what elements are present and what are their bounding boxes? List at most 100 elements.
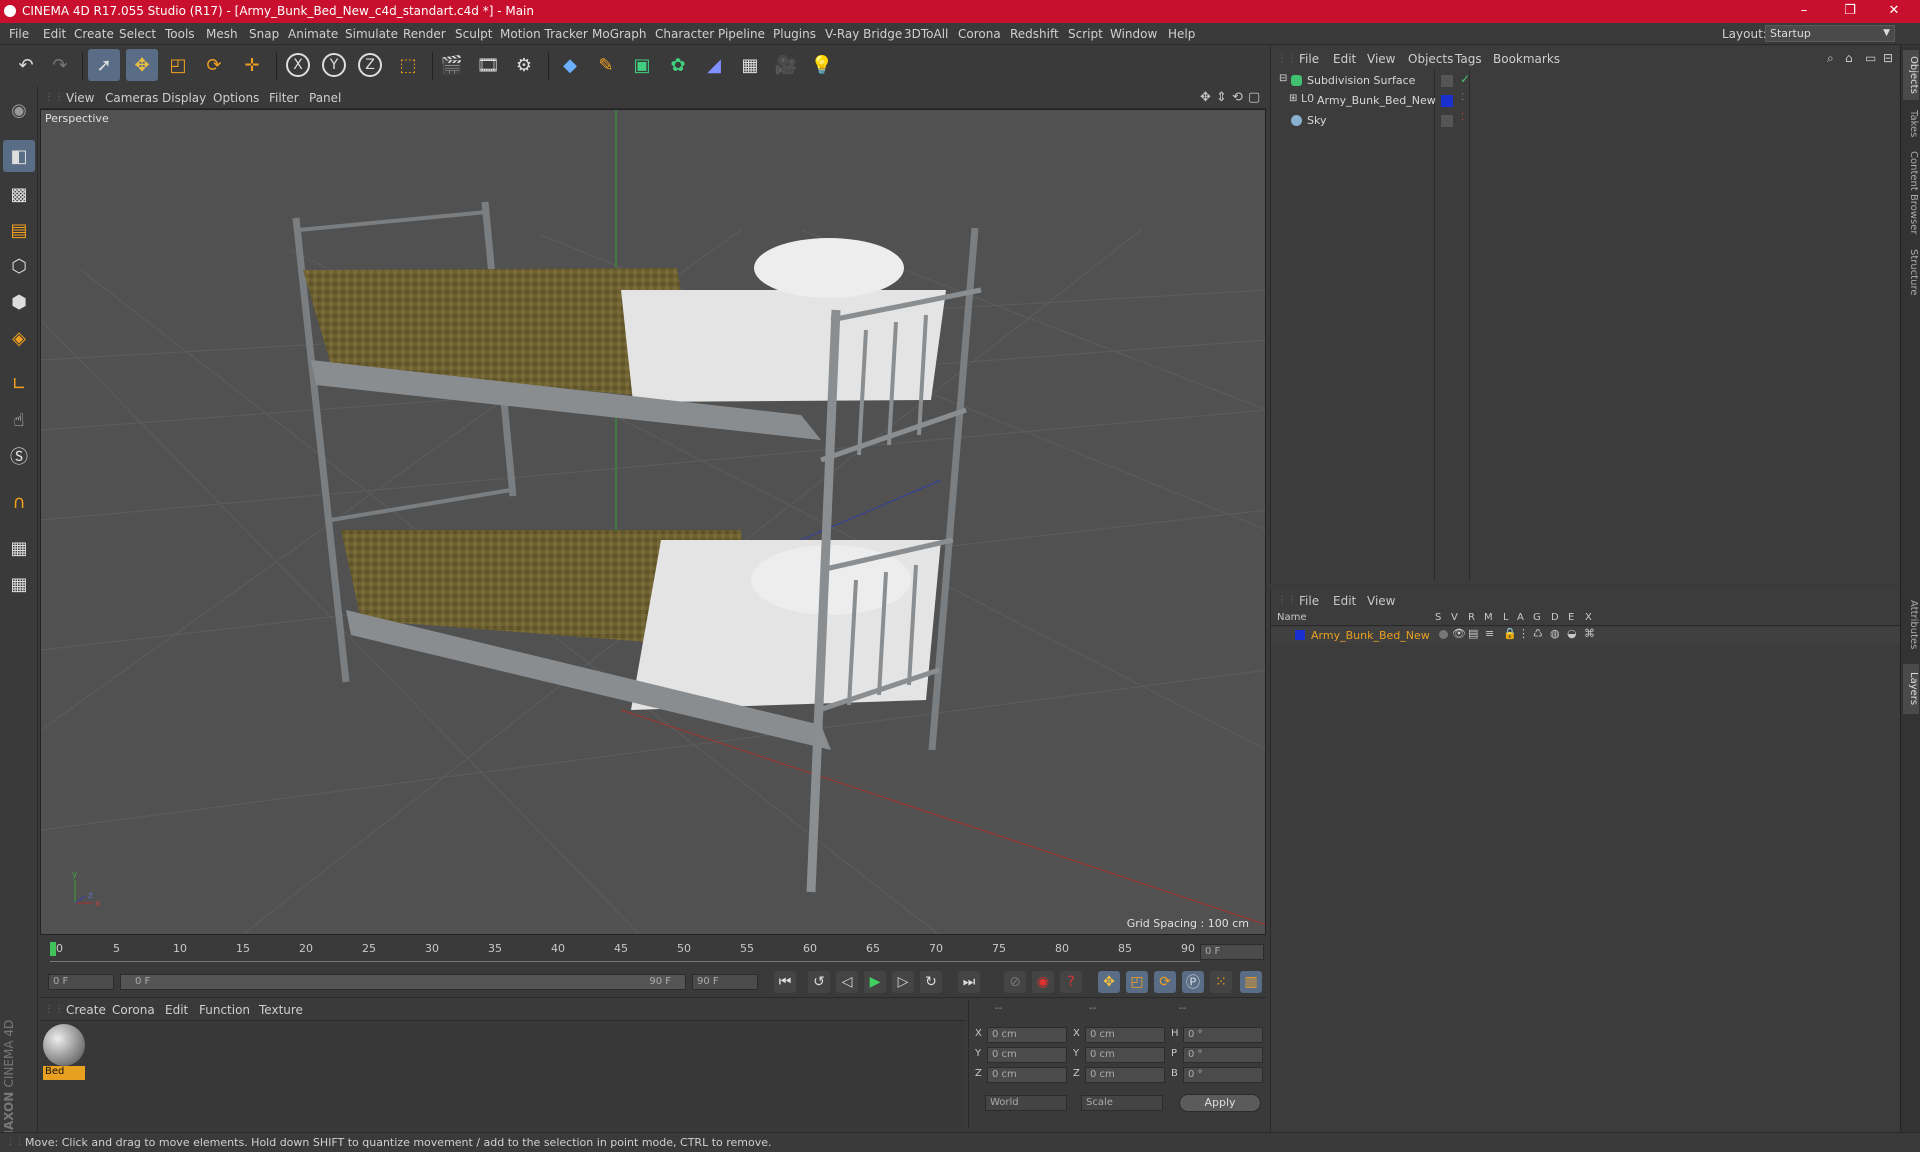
new-window-icon[interactable]: ▭ (1865, 51, 1876, 65)
material-area[interactable]: Bed (40, 1021, 964, 1129)
menu-3dtoall[interactable]: 3DToAll (904, 27, 948, 41)
make-editable-icon[interactable]: ◉ (3, 94, 35, 126)
redo-icon[interactable]: ↷ (44, 49, 76, 81)
record-keys-icon[interactable]: ⊘ (1004, 971, 1026, 993)
obj-menu-edit[interactable]: Edit (1333, 52, 1356, 66)
manager-layer-icon[interactable]: ≡ (1485, 627, 1494, 640)
dot-icon[interactable]: ⁚ (1461, 112, 1464, 123)
viewport-menu-view[interactable]: View (66, 91, 94, 105)
layout-dropdown[interactable]: Startup ▼ (1765, 25, 1895, 42)
coord-mode-dropdown[interactable]: Scale (1081, 1095, 1163, 1111)
menu-vray-bridge[interactable]: V-Ray Bridge (825, 27, 902, 41)
obj-menu-file[interactable]: File (1299, 52, 1319, 66)
menu-animate[interactable]: Animate (288, 27, 338, 41)
points-mode-icon[interactable]: ⬡ (3, 250, 35, 282)
menu-redshift[interactable]: Redshift (1010, 27, 1059, 41)
edges-mode-icon[interactable]: ⬢ (3, 286, 35, 318)
select-arrow-icon[interactable]: ➚ (88, 49, 120, 81)
viewport-menu-panel[interactable]: Panel (309, 91, 341, 105)
tab-structure[interactable]: Structure (1903, 242, 1919, 302)
menu-corona[interactable]: Corona (958, 27, 1001, 41)
move-tool-icon[interactable]: ✥ (126, 49, 158, 81)
render-layer-icon[interactable]: ▤ (1468, 627, 1478, 640)
layer-menu-file[interactable]: File (1299, 594, 1319, 608)
scale-tool-icon[interactable]: ◰ (162, 49, 194, 81)
tab-attributes[interactable]: Attributes (1903, 590, 1919, 660)
expand-icon[interactable]: ⊟ (1883, 51, 1893, 65)
tweak-mode-icon[interactable]: ☝ (3, 404, 35, 436)
object-row[interactable]: Sky ⁚ (1275, 112, 1895, 131)
menu-help[interactable]: Help (1168, 27, 1195, 41)
pos-y-field[interactable]: 0 cm (987, 1047, 1067, 1063)
menu-render[interactable]: Render (403, 27, 446, 41)
render-settings-icon[interactable]: ⚙ (508, 49, 540, 81)
menu-plugins[interactable]: Plugins (773, 27, 816, 41)
visibility-toggle[interactable] (1441, 115, 1453, 127)
menu-tools[interactable]: Tools (165, 27, 195, 41)
menu-motion-tracker[interactable]: Motion Tracker (500, 27, 588, 41)
next-key-icon[interactable]: ↻ (920, 971, 942, 993)
home-icon[interactable]: ⌂ (1845, 51, 1853, 65)
x-axis-lock[interactable]: X (282, 49, 314, 81)
model-mode-icon[interactable]: ◧ (3, 140, 35, 172)
layer-menu-view[interactable]: View (1367, 594, 1395, 608)
close-button[interactable]: ✕ (1872, 0, 1916, 23)
locked-workplane-icon[interactable]: ▦ (3, 532, 35, 564)
expand-icon[interactable]: ⊞ (1289, 93, 1297, 104)
material-menu-function[interactable]: Function (199, 1003, 250, 1017)
animation-layer-icon[interactable]: ⋮ (1518, 627, 1529, 640)
previous-frame-icon[interactable]: ◁ (836, 971, 858, 993)
menu-pipeline[interactable]: Pipeline (718, 27, 765, 41)
pos-x-field[interactable]: 0 cm (987, 1027, 1067, 1043)
solo-layer-icon[interactable] (1439, 630, 1448, 639)
menu-script[interactable]: Script (1068, 27, 1103, 41)
3d-viewport[interactable]: y z x Perspective Grid Spacing : 100 cm (40, 109, 1266, 935)
viewport-menu-cameras[interactable]: Cameras (105, 91, 158, 105)
mograph-cloner-icon[interactable]: ✿ (662, 49, 694, 81)
viewport-nav-rotate-icon[interactable]: ⟲ (1232, 90, 1243, 105)
menu-character[interactable]: Character (655, 27, 714, 41)
pen-spline-icon[interactable]: ✎ (590, 49, 622, 81)
auto-key-icon[interactable]: ◉ (1032, 971, 1054, 993)
viewport-camera-label[interactable]: Perspective (45, 112, 109, 125)
material-menu-texture[interactable]: Texture (259, 1003, 303, 1017)
bunk-bed-model[interactable] (292, 201, 982, 893)
viewport-nav-zoom-icon[interactable]: ⇕ (1216, 90, 1227, 105)
viewport-nav-move-icon[interactable]: ✥ (1200, 90, 1211, 105)
frame-range-slider[interactable]: 0 F 90 F (120, 974, 686, 990)
menu-file[interactable]: File (9, 27, 29, 41)
texture-mode-icon[interactable]: ▩ (3, 178, 35, 210)
visibility-toggle[interactable] (1441, 75, 1453, 87)
rot-h-field[interactable]: 0 ° (1183, 1027, 1263, 1043)
menu-mograph[interactable]: MoGraph (592, 27, 647, 41)
deformer-icon[interactable]: ◢ (698, 49, 730, 81)
size-z-field[interactable]: 0 cm (1085, 1067, 1165, 1083)
rot-p-field[interactable]: 0 ° (1183, 1047, 1263, 1063)
tab-layers[interactable]: Layers (1903, 664, 1919, 714)
go-to-start-icon[interactable]: ⏮ (774, 971, 796, 993)
dot-icon[interactable]: ⁚ (1461, 92, 1464, 103)
workplane-icon[interactable]: ▤ (3, 214, 35, 246)
object-name[interactable]: Sky (1307, 114, 1326, 127)
key-scale-icon[interactable]: ◰ (1126, 971, 1148, 993)
obj-menu-objects[interactable]: Objects (1408, 52, 1453, 66)
view-layer-icon[interactable]: 👁 (1452, 627, 1466, 640)
key-pla-icon[interactable]: ⁙ (1210, 971, 1232, 993)
start-frame-field[interactable]: 0 F (48, 974, 114, 990)
go-to-end-icon[interactable]: ⏭ (958, 971, 980, 993)
tab-objects[interactable]: Objects (1903, 50, 1919, 100)
rotate-tool-icon[interactable]: ⟳ (198, 49, 230, 81)
menu-sculpt[interactable]: Sculpt (455, 27, 492, 41)
obj-menu-tags[interactable]: Tags (1455, 52, 1482, 66)
size-y-field[interactable]: 0 cm (1085, 1047, 1165, 1063)
check-icon[interactable]: ✓ (1460, 72, 1470, 86)
menu-select[interactable]: Select (119, 27, 156, 41)
render-picture-viewer-icon[interactable]: 🎞 (472, 49, 504, 81)
key-rotation-icon[interactable]: ⟳ (1154, 971, 1176, 993)
z-axis-lock[interactable]: Z (354, 49, 386, 81)
camera-icon[interactable]: 🎥 (770, 49, 802, 81)
search-icon[interactable]: ⌕ (1827, 51, 1834, 66)
menu-window[interactable]: Window (1110, 27, 1157, 41)
collapse-icon[interactable]: ⊟ (1279, 73, 1287, 84)
maximize-button[interactable]: ❐ (1828, 0, 1872, 23)
